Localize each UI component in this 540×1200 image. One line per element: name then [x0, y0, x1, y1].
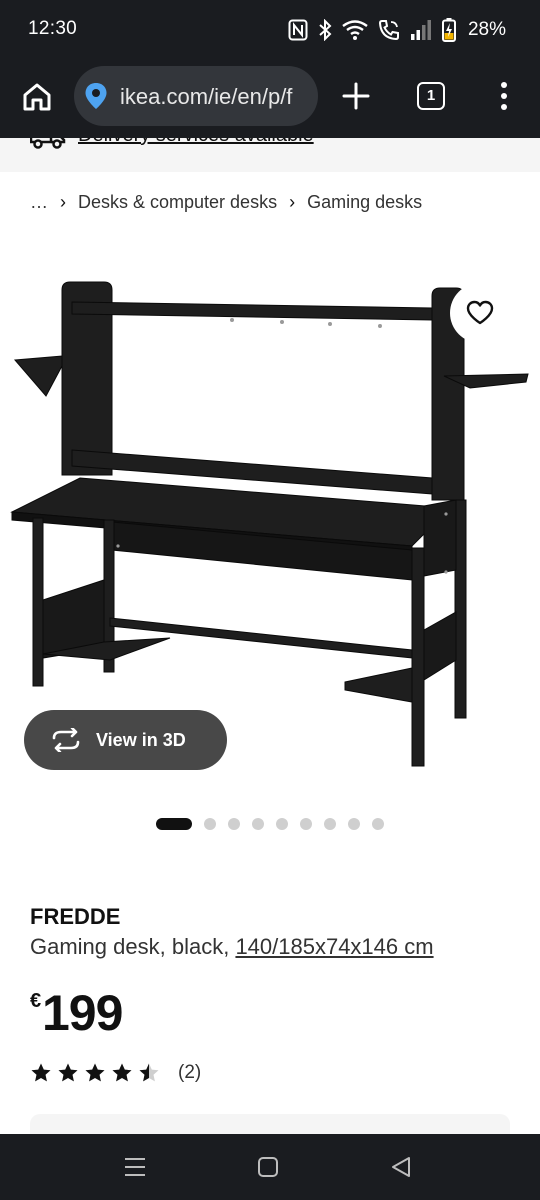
nfc-icon [288, 19, 308, 41]
wifi-icon [342, 20, 368, 40]
product-rating[interactable]: (2) [30, 1062, 201, 1084]
tabs-button[interactable]: 1 [417, 82, 445, 110]
status-bar: 12:30 28% [0, 0, 540, 62]
more-icon[interactable] [492, 80, 516, 112]
image-carousel-indicator [156, 817, 396, 831]
location-icon[interactable] [84, 82, 108, 110]
star-half-icon [139, 1063, 159, 1082]
url-text[interactable]: ikea.com/ie/en/p/f [120, 84, 292, 110]
battery-percent: 28% [467, 19, 506, 40]
product-description: Gaming desk, black, 140/185x74x146 cm [30, 934, 434, 960]
delivery-link[interactable]: Delivery services available [78, 138, 314, 147]
carousel-dot[interactable] [348, 818, 360, 830]
carousel-dot[interactable] [228, 818, 240, 830]
carousel-dot[interactable] [372, 818, 384, 830]
carousel-dot[interactable] [252, 818, 264, 830]
delivery-banner: Delivery services available [0, 138, 540, 172]
signal-icon [410, 20, 431, 40]
breadcrumb-item-gaming-desks[interactable]: Gaming desks [307, 192, 422, 213]
product-type: Gaming desk, black, [30, 934, 236, 959]
star-full-icon [31, 1063, 51, 1082]
breadcrumb: … › Desks & computer desks › Gaming desk… [30, 192, 422, 213]
view-in-3d-label: View in 3D [96, 729, 186, 750]
carousel-dot-active[interactable] [156, 818, 192, 830]
breadcrumb-ellipsis[interactable]: … [30, 192, 48, 213]
bluetooth-icon [319, 19, 332, 41]
plus-icon[interactable] [340, 80, 372, 112]
home-icon[interactable] [20, 80, 54, 114]
product-dimensions-link[interactable]: 140/185x74x146 cm [235, 934, 433, 959]
heart-icon [466, 300, 494, 325]
rating-stars [30, 1062, 160, 1084]
carousel-dot[interactable] [300, 818, 312, 830]
price-currency: € [30, 990, 42, 1012]
favourite-button[interactable] [450, 283, 510, 343]
carousel-dot[interactable] [204, 818, 216, 830]
review-count: (2) [178, 1062, 202, 1083]
carousel-dot[interactable] [276, 818, 288, 830]
truck-icon [30, 138, 66, 149]
rotate-3d-icon [52, 728, 80, 752]
address-bar[interactable]: ikea.com/ie/en/p/f [74, 66, 318, 126]
home-nav-icon[interactable] [256, 1156, 280, 1178]
battery-charging-icon [441, 18, 456, 42]
back-icon[interactable] [389, 1156, 413, 1178]
chevron-right-icon: › [289, 192, 296, 212]
star-full-icon [58, 1063, 78, 1082]
star-full-icon [85, 1063, 105, 1082]
recent-apps-icon[interactable] [123, 1156, 147, 1178]
carousel-dot[interactable] [324, 818, 336, 830]
wifi-calling-icon [378, 20, 399, 41]
browser-toolbar: ikea.com/ie/en/p/f 1 [0, 62, 540, 138]
product-name: FREDDE [30, 904, 121, 929]
system-navigation-bar [0, 1134, 540, 1200]
breadcrumb-item-desks[interactable]: Desks & computer desks [78, 192, 277, 213]
clock: 12:30 [28, 18, 78, 39]
chevron-right-icon: › [60, 192, 66, 212]
tab-count: 1 [426, 87, 436, 104]
status-icons: 28% [288, 16, 506, 44]
price-amount: 199 [42, 985, 123, 1041]
star-full-icon [112, 1063, 132, 1082]
view-in-3d-button[interactable]: View in 3D [24, 710, 227, 770]
